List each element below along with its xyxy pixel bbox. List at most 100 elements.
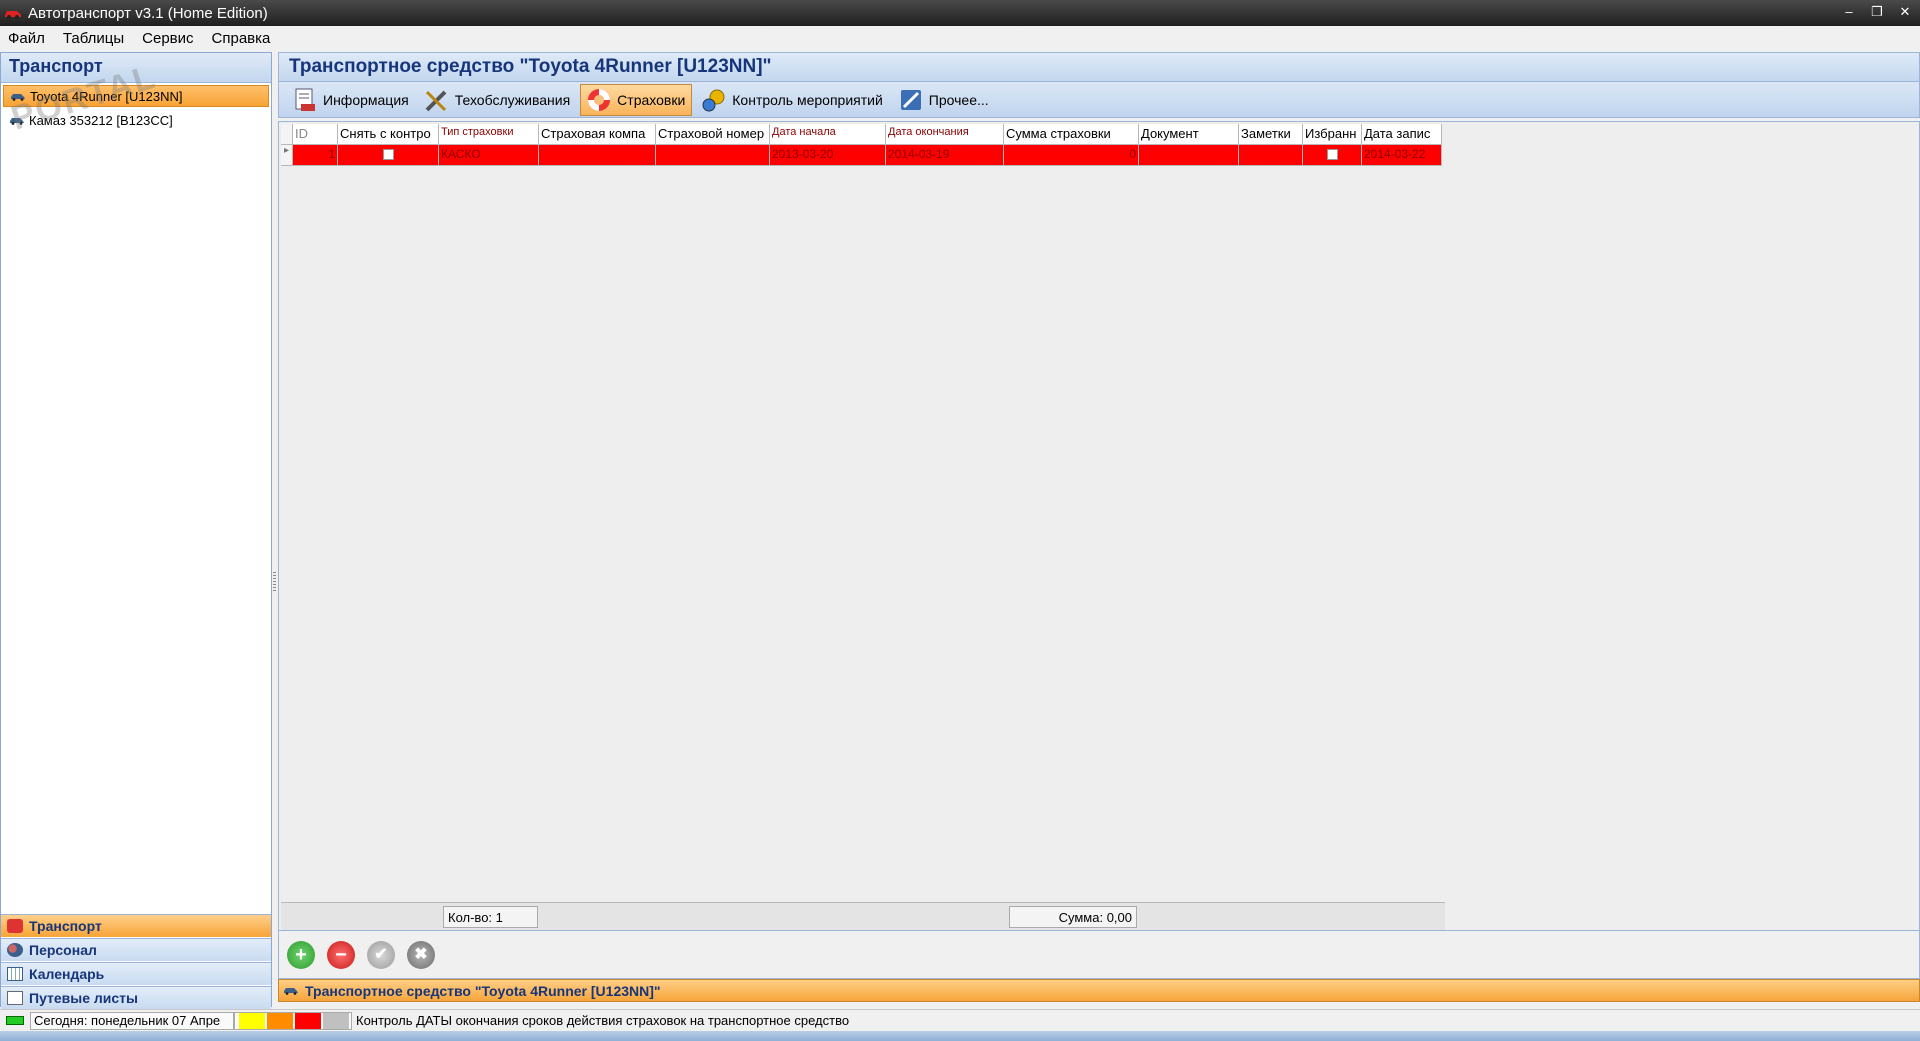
- cell-id[interactable]: 1: [293, 145, 338, 166]
- vehicle-label: Toyota 4Runner [U123NN]: [30, 88, 183, 104]
- tab-label: Техобслуживания: [454, 91, 571, 108]
- cell-insurance-number[interactable]: [656, 145, 770, 166]
- car-app-icon: [5, 11, 21, 19]
- tab-label: Прочее...: [928, 91, 989, 108]
- menu-file[interactable]: Файл: [8, 30, 45, 47]
- vehicle-label: Камаз 353212 [B123CC]: [29, 112, 173, 128]
- col-header-notes[interactable]: Заметки: [1239, 124, 1303, 145]
- status-message: Контроль ДАТЫ окончания сроков действия …: [356, 1013, 850, 1028]
- add-record-button[interactable]: +: [287, 940, 315, 969]
- gears-icon: [702, 89, 725, 111]
- table-row[interactable]: ▸ 1 КАСКО 2013-03-20 2014-03-19 0 2014-0…: [281, 145, 1445, 166]
- nav-label: Календарь: [29, 966, 105, 982]
- col-header-id[interactable]: ID: [293, 124, 338, 145]
- insurance-grid: ID Снять с контро Тип страховки Страхова…: [281, 124, 1445, 166]
- status-bar: Сегодня: понедельник 07 Апре Контроль ДА…: [0, 1009, 1920, 1031]
- calendar-icon: [7, 967, 23, 981]
- col-header-remove-control[interactable]: Снять с контро: [338, 124, 439, 145]
- cell-end-date[interactable]: 2014-03-19: [886, 145, 1004, 166]
- row-indicator-header: [281, 124, 293, 145]
- tab-label: Контроль мероприятий: [732, 91, 883, 108]
- info-document-icon: [295, 88, 315, 111]
- col-header-favorite[interactable]: Избранн: [1303, 124, 1362, 145]
- col-header-record-date[interactable]: Дата запис: [1362, 124, 1442, 145]
- cell-document[interactable]: [1139, 145, 1239, 166]
- nav-label: Транспорт: [29, 918, 102, 934]
- menu-service[interactable]: Сервис: [142, 30, 193, 47]
- cancel-edit-button[interactable]: ✖: [407, 940, 435, 969]
- grid-header-row: ID Снять с контро Тип страховки Страхова…: [281, 124, 1445, 145]
- color-swatch-yellow: [239, 1012, 265, 1029]
- col-header-insurance-company[interactable]: Страховая компа: [539, 124, 656, 145]
- save-record-button[interactable]: ✔: [367, 940, 395, 969]
- sum-total: Сумма: 0,00: [1009, 906, 1137, 928]
- color-swatch-red: [295, 1012, 321, 1029]
- os-taskbar: [0, 1031, 1920, 1041]
- car-icon: [11, 93, 25, 101]
- row-indicator: ▸: [281, 145, 293, 166]
- action-bar: + − ✔ ✖: [278, 931, 1920, 979]
- cell-insurance-sum[interactable]: 0: [1004, 145, 1139, 166]
- nav-personnel[interactable]: Персонал: [1, 938, 271, 961]
- insurance-grid-area: ID Снять с контро Тип страховки Страхова…: [278, 121, 1920, 931]
- nav-calendar[interactable]: Календарь: [1, 962, 271, 985]
- cell-favorite[interactable]: [1303, 145, 1362, 166]
- tab-info[interactable]: Информация: [287, 84, 415, 116]
- color-legend: [234, 1011, 352, 1030]
- restore-button[interactable]: ❐: [1870, 4, 1884, 20]
- grid-footer: Кол-во: 1 Сумма: 0,00: [281, 902, 1445, 930]
- close-button[interactable]: ✕: [1898, 4, 1912, 20]
- nav-transport[interactable]: Транспорт: [1, 914, 271, 937]
- document-icon: [7, 991, 23, 1005]
- tab-other[interactable]: Прочее...: [893, 84, 995, 116]
- selected-vehicle-label: Транспортное средство "Toyota 4Runner [U…: [305, 982, 661, 999]
- tab-insurance[interactable]: Страховки: [580, 83, 693, 116]
- col-header-start-date[interactable]: Дата начала: [770, 124, 886, 145]
- car-icon: [284, 988, 298, 995]
- tab-events-control[interactable]: Контроль мероприятий: [696, 84, 889, 116]
- col-header-insurance-type[interactable]: Тип страховки: [439, 124, 539, 145]
- cell-remove-control[interactable]: [338, 145, 439, 166]
- vehicle-details-panel: Транспортное средство "Toyota 4Runner [U…: [278, 52, 1920, 1007]
- tools-icon: [425, 90, 447, 111]
- selected-vehicle-bar: Транспортное средство "Toyota 4Runner [U…: [278, 979, 1920, 1002]
- cell-insurance-type[interactable]: КАСКО: [439, 145, 539, 166]
- cell-start-date[interactable]: 2013-03-20: [770, 145, 886, 166]
- tab-bar: Информация Техобслуживания Страховки Кон…: [278, 82, 1920, 118]
- tab-label: Информация: [323, 91, 409, 108]
- window-title: Автотранспорт v3.1 (Home Edition): [28, 4, 268, 22]
- car-icon: [10, 117, 24, 125]
- other-tools-icon: [900, 89, 921, 110]
- transport-panel: Транспорт Toyota 4Runner [U123NN] Камаз …: [0, 52, 272, 1009]
- cell-insurance-company[interactable]: [539, 145, 656, 166]
- menu-bar: Файл Таблицы Сервис Справка: [0, 26, 1920, 51]
- color-swatch-gray: [323, 1012, 349, 1029]
- nav-label: Путевые листы: [29, 990, 138, 1006]
- remove-control-checkbox[interactable]: [382, 149, 394, 161]
- color-swatch-orange: [267, 1012, 293, 1029]
- lifebuoy-icon: [588, 88, 611, 111]
- delete-record-button[interactable]: −: [327, 940, 355, 969]
- col-header-insurance-number[interactable]: Страховой номер: [656, 124, 770, 145]
- panel-header: Транспорт: [1, 53, 271, 83]
- menu-tables[interactable]: Таблицы: [63, 30, 124, 47]
- col-header-document[interactable]: Документ: [1139, 124, 1239, 145]
- row-count: Кол-во: 1: [443, 906, 538, 928]
- tab-maintenance[interactable]: Техобслуживания: [419, 84, 576, 116]
- favorite-checkbox[interactable]: [1326, 149, 1338, 161]
- title-bar: Автотранспорт v3.1 (Home Edition) – ❐ ✕: [0, 0, 1920, 26]
- vehicle-item-toyota[interactable]: Toyota 4Runner [U123NN]: [3, 85, 269, 107]
- today-label: Сегодня: понедельник 07 Апре: [30, 1011, 234, 1030]
- col-header-insurance-sum[interactable]: Сумма страховки: [1004, 124, 1139, 145]
- vehicle-item-kamaz[interactable]: Камаз 353212 [B123CC]: [3, 109, 269, 131]
- cell-notes[interactable]: [1239, 145, 1303, 166]
- nav-label: Персонал: [29, 942, 97, 958]
- people-icon: [7, 943, 23, 957]
- vehicle-header: Транспортное средство "Toyota 4Runner [U…: [278, 52, 1920, 82]
- minimize-button[interactable]: –: [1842, 4, 1856, 20]
- menu-help[interactable]: Справка: [212, 30, 271, 47]
- nav-waybills[interactable]: Путевые листы: [1, 986, 271, 1009]
- car-icon: [7, 919, 23, 933]
- col-header-end-date[interactable]: Дата окончания: [886, 124, 1004, 145]
- cell-record-date[interactable]: 2014-03-22: [1362, 145, 1442, 166]
